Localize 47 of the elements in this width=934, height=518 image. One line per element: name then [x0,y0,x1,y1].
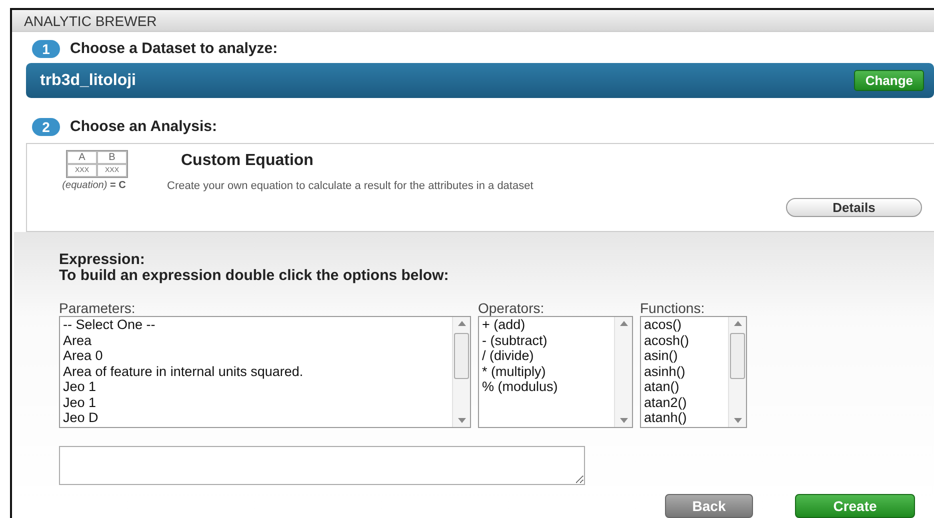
step-number: 1 [32,40,60,58]
list-item[interactable]: / (divide) [482,348,614,364]
scroll-down-icon[interactable] [620,418,628,424]
expression-instruction: To build an expression double click the options below: [59,268,450,284]
list-item[interactable]: Jeo 1 [63,379,452,395]
list-item[interactable]: asinh() [644,364,728,380]
list-label: Parameters: [59,300,136,316]
analysis-title: Custom Equation [181,152,314,170]
list-item[interactable]: atanh() [644,410,728,426]
list-box[interactable]: -- Select One -- Area Area 0 Area of feature in internal units squared. Jeo 1 Jeo 1 Jeo D [59,316,471,428]
scroll-up-icon[interactable] [620,321,628,326]
list-item[interactable]: acos() [644,317,728,333]
list-label: Functions: [640,300,706,316]
list-item[interactable]: Area [63,332,452,348]
list-item[interactable]: Jeo 1 [63,394,452,410]
list-box[interactable]: + (add) - (subtract) / (divide) * (multiply) % (modulus) [478,316,633,428]
list-item[interactable]: asin() [644,348,728,364]
scrollbar[interactable] [614,317,632,428]
scroll-down-icon[interactable] [458,418,466,424]
list-label: Operators: [478,300,546,316]
list-item[interactable]: -- Select One -- [63,317,452,333]
scroll-up-icon[interactable] [458,321,466,326]
expression-heading: Expression: [59,252,146,268]
list-item[interactable]: % (modulus) [482,379,614,395]
details-button[interactable]: Details [786,198,922,218]
scroll-down-icon[interactable] [734,418,742,424]
scrollbar[interactable] [452,317,470,428]
analysis-description: Create your own equation to calculate a result for the attributes in a dataset [167,180,534,192]
formula-caption: (equation) = C [62,180,126,192]
list-item[interactable]: Area of feature in internal units squared. [63,364,452,380]
step-label: Choose a Dataset to analyze: [70,40,278,58]
scroll-up-icon[interactable] [734,321,742,326]
list-item[interactable]: + (add) [482,317,614,333]
list-item[interactable]: acosh() [644,332,728,348]
list-item[interactable]: - (subtract) [482,332,614,348]
step-number: 2 [32,118,60,136]
dataset-name: trb3d_litoloji [40,72,136,90]
scrollbar[interactable] [728,317,746,428]
list-box[interactable]: acos() acosh() asin() asinh() atan() atan2() atanh() [640,316,747,428]
window-title: ANALYTIC BREWER [12,10,934,32]
step-label: Choose an Analysis: [70,118,217,136]
list-item[interactable]: atan2() [644,394,728,410]
list-item[interactable]: * (multiply) [482,364,614,380]
list-item[interactable]: Jeo D [63,410,452,426]
expression-field[interactable] [59,446,585,486]
list-item[interactable]: atan() [644,379,728,395]
list-item[interactable]: Area 0 [63,348,452,364]
